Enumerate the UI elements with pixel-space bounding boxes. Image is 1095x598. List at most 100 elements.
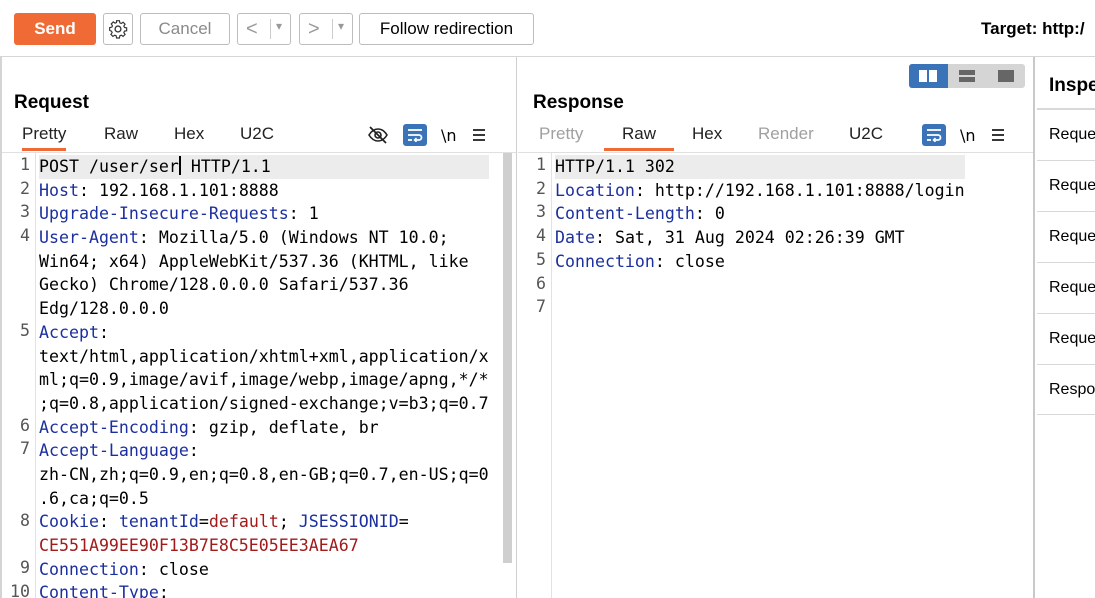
code-line[interactable]: zh-CN,zh;q=0.9,en;q=0.8,en-GB;q=0.7,en-U…: [39, 463, 489, 487]
word-wrap-button[interactable]: [403, 124, 427, 146]
menu-button[interactable]: [990, 128, 1006, 142]
code-line[interactable]: HTTP/1.1 302: [555, 155, 965, 179]
request-tabs: Pretty Raw Hex U2C \n: [2, 124, 516, 152]
forward-button[interactable]: > ▾: [299, 13, 353, 45]
newline-toggle[interactable]: \n: [960, 126, 976, 145]
tab-raw[interactable]: Raw: [104, 124, 138, 148]
code-line[interactable]: Accept:: [39, 321, 489, 345]
header-value: :: [98, 512, 119, 532]
code-line[interactable]: CE551A99EE90F13B7E8C5E05EE3AEA67: [39, 534, 489, 558]
word-wrap-icon: [408, 129, 423, 142]
header-value: .6,ca;q=0.5: [39, 488, 149, 508]
divider: [332, 19, 333, 39]
request-editor[interactable]: 1 2 3 4 5 6 7 8 9 10 POST /user/ser HTTP/1.1 Host:…: [2, 152, 516, 598]
code-line[interactable]: [555, 297, 965, 321]
code-line[interactable]: .6,ca;q=0.5: [39, 487, 489, 511]
hide-nonprintable-button[interactable]: [367, 126, 389, 144]
tab-u2c[interactable]: U2C: [849, 124, 883, 148]
code-line[interactable]: Content-Length: 0: [555, 202, 965, 226]
request-text[interactable]: POST /user/ser HTTP/1.1 Host: 192.168.1.1…: [39, 155, 489, 598]
tab-pretty[interactable]: Pretty: [539, 124, 583, 148]
inspector-panel: Inspe Reque Reque Reque Reque Reque Resp…: [1037, 57, 1095, 598]
header-value: ml;q=0.9,image/avif,image/webp,image/apn…: [39, 370, 489, 390]
header-value: ;q=0.8,application/signed-exchange;v=b3;…: [39, 393, 489, 413]
line-number: 5: [20, 320, 30, 340]
settings-button[interactable]: [103, 13, 133, 45]
code-line[interactable]: Location: http://192.168.1.101:8888/logi…: [555, 179, 965, 203]
chevron-down-icon[interactable]: ▾: [338, 19, 344, 33]
code-line[interactable]: [555, 273, 965, 297]
code-line[interactable]: Cookie: tenantId=default; JSESSIONID=: [39, 510, 489, 534]
response-editor-tools: \n: [922, 124, 1006, 146]
chevron-down-icon[interactable]: ▾: [276, 19, 282, 33]
request-title: Request: [14, 92, 89, 113]
scrollbar[interactable]: [503, 153, 512, 563]
code-line[interactable]: Connection: close: [555, 250, 965, 274]
inspector-item-request-cookies[interactable]: Reque: [1037, 262, 1095, 313]
line-number: 6: [536, 273, 546, 293]
tab-u2c[interactable]: U2C: [240, 124, 274, 148]
chevron-left-icon: <: [246, 17, 258, 40]
line-number: 5: [536, 249, 546, 269]
header-value: zh-CN,zh;q=0.9,en;q=0.8,en-GB;q=0.7,en-U…: [39, 464, 489, 484]
header-value: =: [398, 512, 409, 532]
request-pane: Request Pretty Raw Hex U2C \n 1 2 3 4 5 …: [0, 57, 517, 598]
code-line[interactable]: text/html,application/xhtml+xml,applicat…: [39, 345, 489, 369]
header-value: :: [158, 583, 169, 598]
cookie-value: CE551A99EE90F13B7E8C5E05EE3AEA67: [39, 536, 359, 555]
eye-slash-icon: [368, 126, 388, 144]
inspector-item-request-query[interactable]: Reque: [1037, 160, 1095, 211]
code-line[interactable]: User-Agent: Mozilla/5.0 (Windows NT 10.0…: [39, 226, 489, 250]
code-line[interactable]: Content-Type:: [39, 581, 489, 598]
follow-redirection-button[interactable]: Follow redirection: [359, 13, 534, 45]
code-line[interactable]: Date: Sat, 31 Aug 2024 02:26:39 GMT: [555, 226, 965, 250]
line-number: 4: [20, 226, 30, 246]
line-number-gutter: 1 2 3 4 5 6 7 8 9 10: [2, 153, 36, 598]
header-name: Host: [39, 180, 79, 200]
newline-toggle[interactable]: \n: [441, 126, 457, 145]
code-line[interactable]: Upgrade-Insecure-Requests: 1: [39, 202, 489, 226]
back-button[interactable]: < ▾: [237, 13, 291, 45]
header-value: : 0: [694, 204, 725, 224]
inspector-item-response-headers[interactable]: Respo: [1037, 364, 1095, 415]
code-line[interactable]: Edg/128.0.0.0: [39, 297, 489, 321]
line-number: 2: [20, 178, 30, 198]
inspector-item-request-attributes[interactable]: Reque: [1037, 109, 1095, 160]
code-line[interactable]: Win64; x64) AppleWebKit/537.36 (KHTML, l…: [39, 250, 489, 274]
code-line[interactable]: Accept-Encoding: gzip, deflate, br: [39, 416, 489, 440]
header-value: HTTP/1.1: [180, 157, 271, 176]
code-line[interactable]: Accept-Language:: [39, 439, 489, 463]
menu-button[interactable]: [471, 128, 487, 142]
header-name: Connection: [555, 251, 655, 271]
header-value: : close: [654, 251, 725, 271]
chevron-right-icon: >: [308, 17, 320, 40]
tab-raw[interactable]: Raw: [604, 124, 675, 151]
code-line[interactable]: ;q=0.8,application/signed-exchange;v=b3;…: [39, 392, 489, 416]
cookie-name: JSESSIONID: [298, 512, 399, 532]
response-editor[interactable]: 1 2 3 4 5 6 7 HTTP/1.1 302 Location: http://192…: [518, 152, 1033, 598]
tab-render[interactable]: Render: [758, 124, 814, 148]
inspector-item-request-headers[interactable]: Reque: [1037, 313, 1095, 364]
response-text[interactable]: HTTP/1.1 302 Location: http://192.168.1.1…: [555, 155, 965, 321]
cancel-button[interactable]: Cancel: [140, 13, 230, 45]
word-wrap-icon: [927, 129, 942, 142]
code-line[interactable]: Connection: close: [39, 558, 489, 582]
code-line[interactable]: Gecko) Chrome/128.0.0.0 Safari/537.36: [39, 273, 489, 297]
response-pane: Response Pretty Raw Hex Render U2C \n 1 …: [518, 57, 1035, 598]
target-label[interactable]: Target: http:/: [981, 19, 1085, 39]
code-line[interactable]: ml;q=0.9,image/avif,image/webp,image/apn…: [39, 368, 489, 392]
send-button[interactable]: Send: [14, 13, 96, 45]
word-wrap-button[interactable]: [922, 124, 946, 146]
header-value: : 1: [288, 204, 319, 224]
tab-pretty[interactable]: Pretty: [22, 124, 67, 151]
header-value: : http://192.168.1.101:8888/login: [634, 180, 965, 200]
inspector-title: Inspe: [1049, 75, 1095, 96]
tab-hex[interactable]: Hex: [692, 124, 722, 148]
line-number: 1: [536, 155, 546, 174]
code-line[interactable]: POST /user/ser HTTP/1.1: [39, 155, 489, 179]
cookie-value: default: [208, 512, 279, 532]
inspector-item-request-body[interactable]: Reque: [1037, 211, 1095, 262]
line-number: 8: [20, 510, 30, 530]
code-line[interactable]: Host: 192.168.1.101:8888: [39, 179, 489, 203]
tab-hex[interactable]: Hex: [174, 124, 204, 148]
